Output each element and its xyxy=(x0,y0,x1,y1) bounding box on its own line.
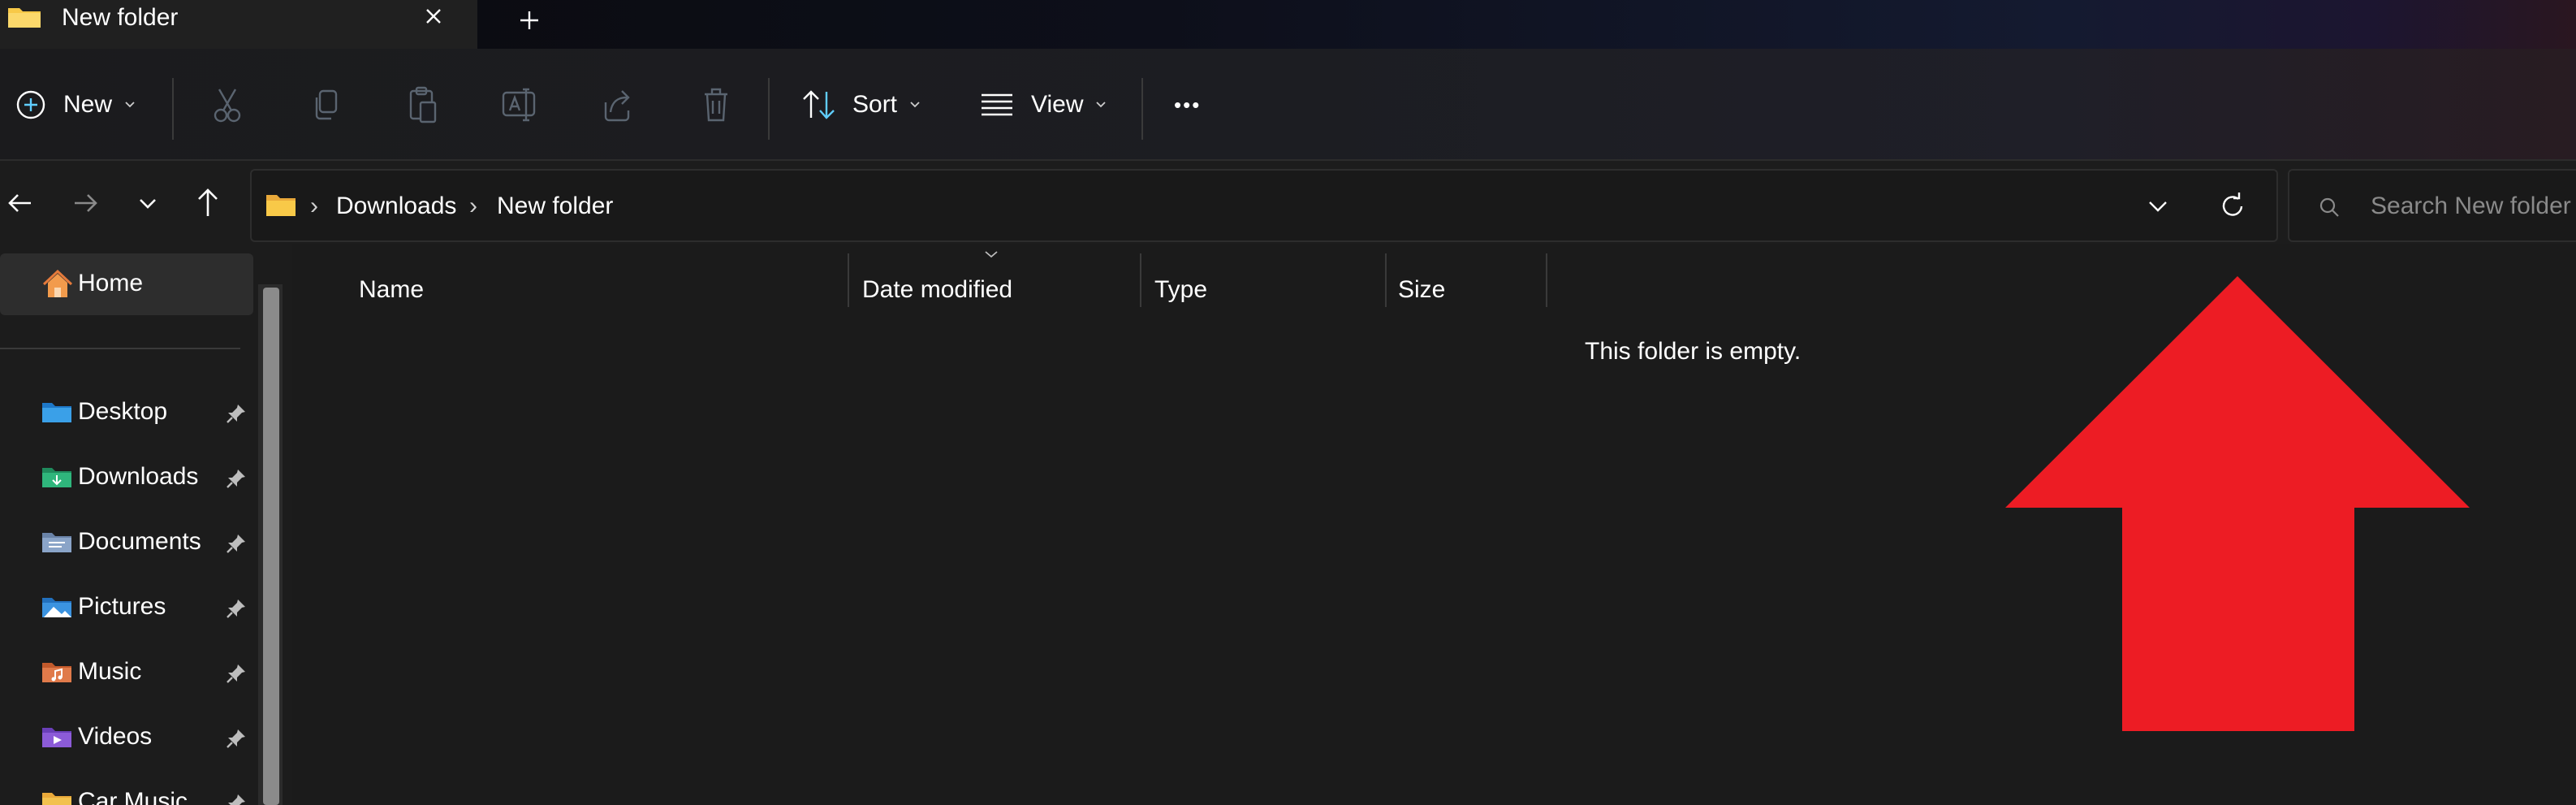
downloads-folder-icon xyxy=(42,468,71,487)
chevron-down-icon xyxy=(910,102,920,108)
command-bar: New Sort View ••• xyxy=(0,49,2576,161)
more-icon: ••• xyxy=(1174,92,1202,117)
breadcrumb-downloads[interactable]: Downloads xyxy=(336,192,456,221)
tab-new-folder[interactable]: New folder xyxy=(0,0,477,49)
chevron-down-icon xyxy=(1096,102,1107,108)
sidebar-item-documents[interactable]: Documents xyxy=(0,515,253,572)
search-box[interactable]: Search New folder xyxy=(2288,169,2576,242)
pin-icon[interactable] xyxy=(224,531,248,556)
delete-icon[interactable] xyxy=(698,49,734,161)
column-header-date-modified[interactable]: Date modified xyxy=(862,276,1012,304)
close-icon[interactable] xyxy=(417,2,450,34)
pin-icon[interactable] xyxy=(224,791,248,805)
cut-icon[interactable] xyxy=(209,49,245,161)
recent-locations-icon[interactable] xyxy=(127,182,169,224)
sidebar-item-label: Car Music xyxy=(78,788,188,805)
column-header-type[interactable]: Type xyxy=(1154,276,1207,304)
forward-icon[interactable] xyxy=(65,182,107,224)
view-icon xyxy=(982,93,1012,116)
column-divider[interactable] xyxy=(1385,253,1387,307)
sidebar-item-label: Downloads xyxy=(78,463,199,490)
tab-title: New folder xyxy=(62,4,179,31)
new-label: New xyxy=(63,91,113,118)
pin-icon[interactable] xyxy=(224,466,248,491)
new-tab-icon[interactable] xyxy=(511,2,547,37)
address-bar[interactable]: › Downloads › New folder xyxy=(250,169,2278,242)
breadcrumb-separator: › xyxy=(310,193,318,219)
copy-icon[interactable] xyxy=(309,49,344,161)
sidebar-item-downloads[interactable]: Downloads xyxy=(0,450,253,507)
navigation-pane: Home Desktop Downloads Documents Picture… xyxy=(0,244,257,805)
divider xyxy=(0,348,240,349)
videos-folder-icon xyxy=(42,728,71,747)
up-icon[interactable] xyxy=(187,182,229,224)
folder-icon xyxy=(42,793,71,805)
plus-circle-icon xyxy=(16,90,45,119)
separator xyxy=(768,78,770,140)
desktop-folder-icon xyxy=(42,403,71,422)
sort-icon xyxy=(803,90,835,119)
breadcrumb-new-folder[interactable]: New folder xyxy=(497,192,613,221)
view-button[interactable]: View xyxy=(979,49,1109,161)
search-icon xyxy=(2319,197,2339,217)
sidebar-item-label: Videos xyxy=(78,723,153,750)
back-icon[interactable] xyxy=(0,182,42,224)
sort-button[interactable]: Sort xyxy=(800,49,923,161)
column-divider[interactable] xyxy=(1546,253,1547,307)
refresh-icon[interactable] xyxy=(2216,190,2249,223)
sidebar-item-label: Music xyxy=(78,658,142,685)
folder-icon xyxy=(266,195,296,216)
new-button[interactable]: New xyxy=(15,49,138,161)
address-row: › Downloads › New folder Search New fold… xyxy=(0,162,2576,244)
sidebar-item-label: Home xyxy=(78,270,144,296)
folder-icon xyxy=(8,8,41,28)
sidebar-item-home[interactable]: Home xyxy=(0,253,253,315)
sidebar-scrollbar-thumb[interactable] xyxy=(263,288,279,805)
documents-folder-icon xyxy=(42,533,71,552)
pin-icon[interactable] xyxy=(224,401,248,426)
more-options-button[interactable]: ••• xyxy=(1174,49,1201,161)
home-icon xyxy=(42,269,73,297)
search-input[interactable]: Search New folder xyxy=(2371,193,2571,220)
rename-icon[interactable] xyxy=(500,49,537,161)
sidebar-item-music[interactable]: Music xyxy=(0,645,253,702)
column-header-size[interactable]: Size xyxy=(1398,276,1445,304)
pin-icon[interactable] xyxy=(224,726,248,751)
share-icon[interactable] xyxy=(599,49,635,161)
sidebar-item-videos[interactable]: Videos xyxy=(0,710,253,767)
column-divider[interactable] xyxy=(1140,253,1141,307)
music-folder-icon xyxy=(42,663,71,682)
title-bar: New folder xyxy=(0,0,2576,49)
sidebar-item-label: Desktop xyxy=(78,398,168,425)
pin-icon[interactable] xyxy=(224,661,248,686)
sort-indicator-icon xyxy=(985,251,998,258)
sidebar-item-car-music[interactable]: Car Music xyxy=(0,775,253,805)
separator xyxy=(172,78,174,140)
column-divider[interactable] xyxy=(848,253,849,307)
sidebar-item-label: Pictures xyxy=(78,593,166,620)
separator xyxy=(1141,78,1143,140)
empty-folder-message: This folder is empty. xyxy=(1585,338,1801,365)
paste-icon[interactable] xyxy=(404,49,440,161)
sidebar-item-pictures[interactable]: Pictures xyxy=(0,580,253,637)
sidebar-item-desktop[interactable]: Desktop xyxy=(0,385,253,442)
sidebar-item-label: Documents xyxy=(78,528,201,555)
pictures-folder-icon xyxy=(42,598,71,617)
annotation-arrow-icon xyxy=(2005,276,2470,731)
sort-label: Sort xyxy=(852,91,898,118)
chevron-down-icon[interactable] xyxy=(2143,192,2173,221)
column-header-name[interactable]: Name xyxy=(359,276,424,304)
chevron-down-icon xyxy=(125,102,135,108)
breadcrumb-separator: › xyxy=(469,193,477,219)
pin-icon[interactable] xyxy=(224,596,248,621)
view-label: View xyxy=(1031,91,1084,118)
